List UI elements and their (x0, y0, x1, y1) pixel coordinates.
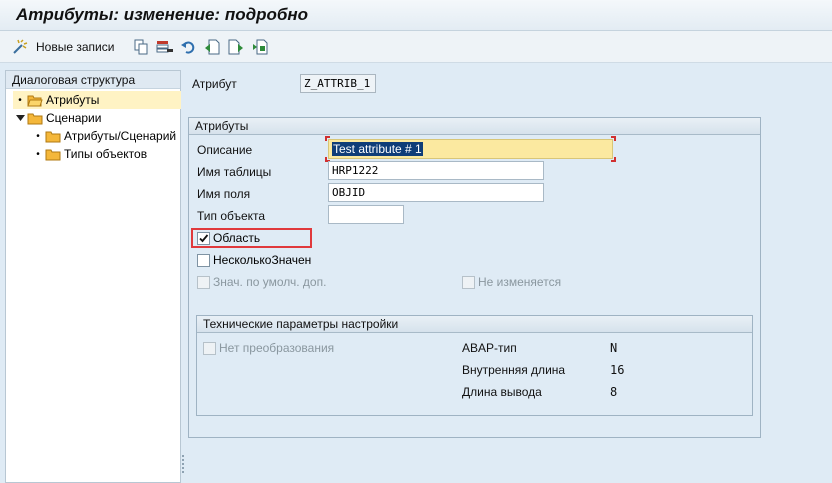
new-entries-button[interactable]: Новые записи (12, 38, 114, 56)
abap-type-label: ABAP-тип (462, 341, 517, 355)
tree-item-scenarios[interactable]: Сценарии (13, 109, 101, 127)
highlight-frame (191, 228, 312, 248)
output-length-label: Длина вывода (462, 385, 542, 399)
tree-item-attributes-scenario[interactable]: • Атрибуты/Сценарий (31, 127, 176, 145)
focus-corner (611, 136, 616, 141)
copy-icon (134, 39, 148, 55)
object-type-field[interactable] (328, 205, 404, 224)
bullet-icon: • (36, 148, 40, 160)
internal-length-label: Внутренняя длина (462, 363, 566, 377)
bullet-icon: • (18, 94, 22, 106)
field-name-field[interactable]: OBJID (328, 183, 544, 202)
page-title: Атрибуты: изменение: подробно (16, 5, 309, 24)
next-entry-button[interactable] (228, 38, 244, 56)
focus-corner (325, 136, 330, 141)
internal-length-value: 16 (610, 363, 625, 377)
tree-item-attributes[interactable]: • Атрибуты (13, 91, 181, 109)
description-label: Описание (197, 143, 253, 157)
unchangeable-checkbox: Не изменяется (462, 275, 561, 289)
select-icon (253, 39, 268, 55)
abap-type-value: N (610, 341, 618, 355)
checkbox-box (462, 275, 475, 289)
splitter-handle[interactable] (182, 455, 184, 473)
undo-button[interactable] (180, 38, 196, 56)
tree-item-object-types[interactable]: • Типы объектов (31, 145, 147, 163)
tree-item-label: Атрибуты/Сценарий (64, 129, 177, 143)
description-value: Test attribute # 1 (332, 142, 423, 156)
output-length-value: 8 (610, 385, 618, 399)
folder-icon (27, 113, 43, 124)
attributes-group-title: Атрибуты (189, 118, 760, 135)
object-type-label: Тип объекта (197, 209, 266, 223)
table-name-label: Имя таблицы (197, 165, 272, 179)
select-button[interactable] (252, 38, 268, 56)
checkbox-box (197, 275, 210, 289)
application-toolbar: Новые записи (0, 31, 832, 63)
checkbox-box (203, 341, 216, 355)
description-field[interactable]: Test attribute # 1 (328, 139, 613, 159)
folder-icon (45, 131, 61, 142)
attribute-label: Атрибут (192, 77, 237, 91)
title-bar: Атрибуты: изменение: подробно (0, 0, 832, 31)
checkbox-box[interactable] (197, 253, 210, 267)
dialog-structure-header: Диалоговая структура (6, 71, 180, 89)
focus-corner (611, 157, 616, 162)
multiple-values-label: НесколькоЗначен (213, 253, 312, 267)
undo-icon (181, 41, 195, 54)
folder-icon (45, 149, 61, 160)
previous-entry-icon (205, 39, 220, 55)
table-name-field[interactable]: HRP1222 (328, 161, 544, 180)
new-entries-label: Новые записи (36, 40, 115, 54)
new-entries-icon (13, 39, 28, 54)
delete-button[interactable] (156, 38, 174, 56)
default-value-add-label: Знач. по умолч. доп. (213, 275, 327, 289)
panel-splitter[interactable] (181, 70, 187, 483)
caret-down-icon[interactable] (13, 115, 27, 121)
field-name-label: Имя поля (197, 187, 251, 201)
tree-item-label: Атрибуты (46, 93, 100, 107)
open-folder-icon (27, 95, 43, 106)
multiple-values-checkbox[interactable]: НесколькоЗначен (197, 253, 311, 267)
bullet-icon: • (36, 130, 40, 142)
tree-item-label: Типы объектов (64, 147, 148, 161)
tree-item-label: Сценарии (46, 111, 102, 125)
copy-button[interactable] (133, 38, 149, 56)
no-conversion-label: Нет преобразования (219, 341, 335, 355)
attribute-field[interactable]: Z_ATTRIB_1 (300, 74, 376, 93)
no-conversion-checkbox: Нет преобразования (203, 341, 334, 355)
technical-settings-title: Технические параметры настройки (197, 316, 752, 333)
previous-entry-button[interactable] (204, 38, 220, 56)
dialog-structure-panel: Диалоговая структура • Атрибуты Сценарии… (5, 70, 181, 483)
delete-icon (156, 41, 173, 53)
default-value-add-checkbox: Знач. по умолч. доп. (197, 275, 326, 289)
next-entry-icon (228, 39, 243, 55)
unchangeable-label: Не изменяется (478, 275, 562, 289)
